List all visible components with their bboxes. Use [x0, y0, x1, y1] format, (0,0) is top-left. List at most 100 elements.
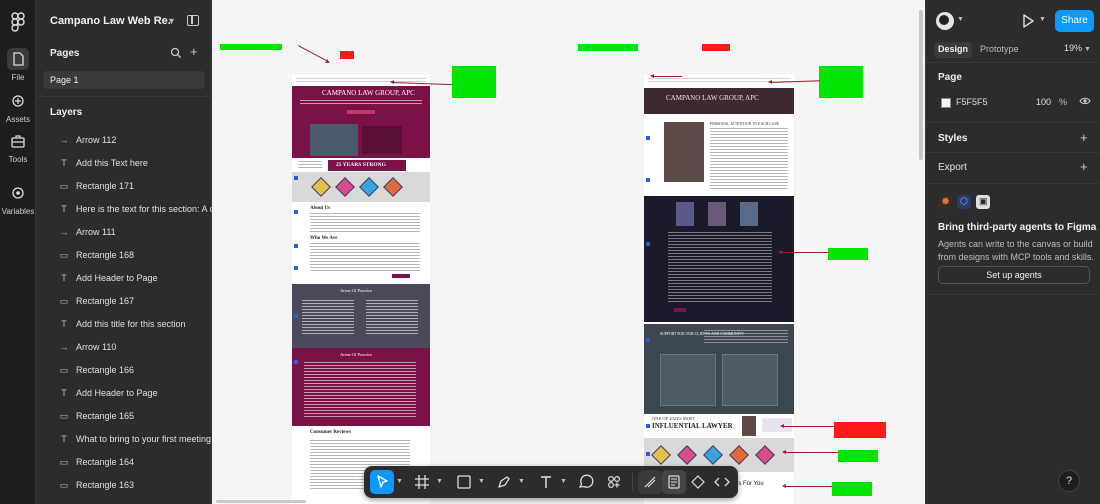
note-green[interactable] — [220, 44, 282, 50]
chevron-down-icon[interactable]: ▼ — [396, 478, 403, 485]
dev-mode-button[interactable] — [686, 470, 710, 494]
file-title[interactable]: Campano Law Web Re... — [50, 15, 170, 27]
layer-row[interactable]: ▭ Rectangle 171 — [37, 176, 212, 198]
play-icon[interactable] — [1021, 13, 1035, 29]
layer-row[interactable]: T Add Header to Page — [37, 268, 212, 290]
rail-variables-button[interactable]: Variables — [0, 182, 36, 216]
layer-row[interactable]: ▭ Rectangle 167 — [37, 291, 212, 313]
text-tool-button[interactable] — [534, 470, 558, 494]
note-red[interactable] — [834, 422, 886, 438]
layer-row[interactable]: ▭ Rectangle 164 — [37, 452, 212, 474]
shape-tool-button[interactable] — [452, 470, 476, 494]
annotation-arrow[interactable] — [778, 250, 828, 254]
add-page-icon[interactable]: + — [190, 44, 198, 59]
add-export-icon[interactable]: + — [1080, 159, 1088, 174]
note-marker — [646, 424, 650, 428]
properties-panel: ▼ ▼ Share Design Prototype 19% ▼ Page F5… — [925, 0, 1100, 504]
rail-variables-label: Variables — [1, 207, 35, 216]
layer-row[interactable]: ▭ Rectangle 163 — [37, 475, 212, 497]
annotation-arrow[interactable] — [782, 450, 838, 454]
chevron-down-icon[interactable]: ▼ — [518, 478, 525, 485]
page-color-swatch[interactable] — [941, 98, 951, 108]
chevron-down-icon[interactable]: ▼ — [957, 16, 964, 23]
note-green[interactable] — [828, 248, 868, 260]
avatar[interactable] — [936, 12, 954, 30]
canvas-vertical-scrollbar[interactable] — [919, 10, 923, 160]
note-green[interactable] — [819, 66, 863, 98]
layer-row[interactable]: T Add this title for this section — [37, 314, 212, 336]
design-canvas[interactable]: CAMPANO LAW GROUP, APC 25 YEARS STRONG A… — [212, 0, 925, 504]
canvas-horizontal-scrollbar[interactable] — [216, 500, 306, 503]
layer-row[interactable]: T Add Header to Page — [37, 383, 212, 405]
rectangle-icon — [457, 475, 471, 489]
page-opacity-value[interactable]: 100 — [1036, 97, 1051, 107]
tools-icon — [11, 135, 25, 148]
code-mode-button[interactable] — [710, 470, 734, 494]
text-layer-icon: T — [61, 204, 67, 214]
note-marker — [294, 176, 298, 180]
annotation-arrow[interactable] — [782, 484, 832, 488]
rectangle-icon: ▭ — [59, 250, 69, 260]
design-mode-button[interactable] — [662, 470, 686, 494]
frame-tool-button[interactable] — [410, 470, 434, 494]
layer-row[interactable]: T What to bring to your first meeting — [37, 429, 212, 451]
note-green[interactable] — [578, 44, 638, 51]
note-green[interactable] — [838, 450, 878, 462]
areas-list — [304, 362, 416, 418]
divider — [926, 183, 1100, 184]
award-badge — [677, 445, 697, 465]
team-section — [644, 196, 794, 322]
layer-row[interactable]: ▭ Rectangle 165 — [37, 406, 212, 428]
support-text — [704, 330, 788, 344]
chevron-down-icon[interactable]: ▼ — [167, 16, 176, 26]
sidebar-toggle-icon[interactable] — [187, 15, 199, 26]
annotation-arrow[interactable] — [780, 424, 834, 428]
layer-row[interactable]: ▭ Rectangle 166 — [37, 360, 212, 382]
layer-row[interactable]: T Add this Text here — [37, 153, 212, 175]
chevron-down-icon[interactable]: ▼ — [478, 478, 485, 485]
layer-row[interactable]: ▭ Rectangle 168 — [37, 245, 212, 267]
layer-row[interactable]: → Arrow 112 — [37, 130, 212, 152]
tab-prototype[interactable]: Prototype — [976, 42, 1023, 58]
pen-tool-button[interactable] — [492, 470, 516, 494]
rail-assets-button[interactable]: Assets — [0, 90, 36, 124]
actions-tool-button[interactable] — [602, 470, 626, 494]
left-web-frame[interactable]: CAMPANO LAW GROUP, APC 25 YEARS STRONG A… — [292, 74, 430, 504]
reviews-heading: Consumer Reviews — [310, 430, 351, 435]
toolbar-separator — [632, 473, 633, 491]
move-tool-button[interactable] — [370, 470, 394, 494]
layer-row[interactable]: → Arrow 111 — [37, 222, 212, 244]
page-color-value[interactable]: F5F5F5 — [956, 97, 988, 107]
add-style-icon[interactable]: + — [1080, 130, 1088, 145]
chevron-down-icon[interactable]: ▼ — [1039, 16, 1046, 23]
layer-row[interactable]: → Arrow 110 — [37, 337, 212, 359]
right-web-frame[interactable]: CAMPANO LAW GROUP, APC PERSONAL ATTENTIO… — [644, 74, 794, 504]
chevron-down-icon[interactable]: ▼ — [560, 478, 567, 485]
figma-app: File Assets Tools Variables Campano Law … — [0, 0, 1100, 504]
layers-panel: Campano Law Web Re... ▼ Pages + Page 1 L… — [37, 0, 212, 504]
note-red[interactable] — [340, 51, 354, 59]
eye-icon[interactable] — [1079, 96, 1091, 106]
setup-agents-button[interactable]: Set up agents — [938, 266, 1090, 284]
annotation-arrow[interactable] — [297, 45, 329, 62]
help-button[interactable]: ? — [1058, 470, 1080, 492]
note-red[interactable] — [702, 44, 730, 51]
figma-logo-icon[interactable] — [9, 12, 27, 32]
zoom-level[interactable]: 19% — [1064, 43, 1082, 53]
influential-line-1: ONE OF 2024'S MOST — [652, 416, 696, 421]
chevron-down-icon[interactable]: ▼ — [436, 478, 443, 485]
page-item-1[interactable]: Page 1 — [43, 71, 205, 89]
search-icon[interactable] — [170, 47, 182, 59]
chevron-down-icon[interactable]: ▼ — [1084, 46, 1091, 53]
draw-mode-button[interactable] — [638, 470, 662, 494]
note-green[interactable] — [832, 482, 872, 496]
banner-text: 25 YEARS STRONG — [336, 162, 386, 168]
layer-row[interactable]: T Here is the text for this section: A co — [37, 199, 212, 221]
comment-tool-button[interactable] — [574, 470, 598, 494]
rail-tools-button[interactable]: Tools — [0, 130, 36, 164]
note-green[interactable] — [452, 66, 496, 98]
tab-design[interactable]: Design — [934, 42, 973, 58]
annotation-arrow[interactable] — [650, 74, 682, 78]
share-button[interactable]: Share — [1055, 10, 1094, 32]
rail-file-button[interactable]: File — [0, 48, 36, 82]
